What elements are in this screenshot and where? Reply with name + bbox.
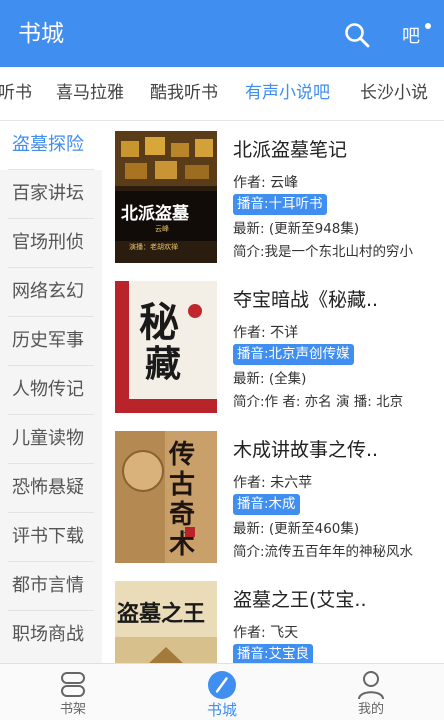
book-latest: 最新: (全集) [233,371,307,387]
book-author: 作者: 未六苹 [233,475,313,491]
tab-kuwo[interactable]: 酷我听书 [150,81,218,105]
sidebar-item-guanchang[interactable]: 官场刑侦 [0,219,102,268]
book-cover[interactable]: 传 古 奇 术 [115,431,217,563]
cover-text: 演播：老胡欢禅 [129,242,178,251]
book-intro: 简介:我是一个东北山村的穷小 [233,244,414,260]
nav-bookshelf[interactable]: 书架 [13,664,133,720]
list-item[interactable]: 传 古 奇 术 木成讲故事之传.. 作者: 未六苹 播音:木成 最新: (更新至… [102,421,444,571]
sidebar-item-label: 都市言情 [12,575,84,596]
search-icon[interactable] [342,20,372,50]
book-author: 作者: 云峰 [233,175,299,191]
book-cover[interactable]: 秘 藏 [115,281,217,413]
narrator-badge: 播音:北京声创传媒 [233,344,354,365]
more-icon[interactable]: 吧 [401,20,435,50]
profile-icon [358,671,384,700]
nav-label: 书架 [59,702,86,717]
sidebar-item-dushi[interactable]: 都市言情 [0,562,102,611]
sidebar-item-ertong[interactable]: 儿童读物 [0,415,102,464]
list-item[interactable]: 盗墓之王 盗墓之王(艾宝.. 作者: 飞天 播音:艾宝良 [102,571,444,663]
sidebar-item-xuanhuan[interactable]: 网络玄幻 [0,268,102,317]
tab-changsha[interactable]: 长沙小说 [360,81,428,105]
book-title: 北派盗墓笔记 [233,139,348,161]
book-title: 木成讲故事之传.. [233,439,379,461]
cover-text: 云峰 [155,224,169,233]
narrator-badge: 播音:艾宝良 [233,644,314,663]
sidebar-item-label: 人物传记 [12,379,84,400]
book-cover[interactable]: 盗墓之王 [115,581,217,663]
nav-bookstore[interactable]: 书城 [162,664,282,720]
list-item[interactable]: 北派盗墓 云峰 演播：老胡欢禅 北派盗墓笔记 作者: 云峰 播音:十耳听书 最新… [102,121,444,271]
app-header: 书城 吧 [0,0,444,67]
narrator-badge: 播音:木成 [233,494,300,515]
sidebar-item-daomu[interactable]: 盗墓探险 [0,121,102,170]
nav-mine[interactable]: 我的 [311,664,431,720]
cover-text: 奇 [169,500,195,530]
sidebar-item-label: 盗墓探险 [12,134,84,155]
narrator-badge: 播音:十耳听书 [233,194,327,215]
sidebar-item-label: 历史军事 [12,330,84,351]
cover-text: 秘 [139,299,179,346]
sidebar-item-label: 职场商战 [12,624,84,645]
bottom-nav: 书架 书城 我的 [0,663,444,720]
book-intro: 简介:流传五百年年的神秘风水 [233,544,414,560]
cover-text: 盗墓之王 [117,601,205,627]
book-latest: 最新: (更新至948集) [233,221,360,237]
tab-tingshu[interactable]: 听书 [0,81,32,105]
sidebar-item-label: 官场刑侦 [12,232,84,253]
sidebar-item-kongbu[interactable]: 恐怖悬疑 [0,464,102,513]
book-intro: 简介:作 者: 亦名 演 播: 北京 [233,394,404,410]
book-author: 作者: 不详 [233,325,299,341]
sidebar-item-label: 儿童读物 [12,428,84,449]
sidebar-item-renwu[interactable]: 人物传记 [0,366,102,415]
page-title: 书城 [18,21,64,47]
book-title: 夺宝暗战《秘藏.. [233,289,379,311]
tab-ximalaya[interactable]: 喜马拉雅 [56,81,124,105]
sidebar-item-lishi[interactable]: 历史军事 [0,317,102,366]
sidebar-item-pingshu[interactable]: 评书下载 [0,513,102,562]
nav-label: 书城 [206,701,237,719]
sidebar-item-label: 评书下载 [12,526,84,547]
sidebar-item-baijia[interactable]: 百家讲坛 [0,170,102,219]
book-list: 北派盗墓 云峰 演播：老胡欢禅 北派盗墓笔记 作者: 云峰 播音:十耳听书 最新… [102,121,444,663]
list-item[interactable]: 秘 藏 夺宝暗战《秘藏.. 作者: 不详 播音:北京声创传媒 最新: (全集) … [102,271,444,421]
book-author: 作者: 飞天 [233,625,299,641]
genre-sidebar: 盗墓探险 百家讲坛 官场刑侦 网络玄幻 历史军事 人物传记 儿童读物 恐怖悬疑 … [0,121,102,663]
cover-text: 传 [168,440,195,470]
svg-text:吧: 吧 [402,26,420,47]
bookshelf-icon [61,672,85,697]
nav-label: 我的 [357,702,384,717]
cover-text: 藏 [145,343,181,385]
sidebar-item-zhichang[interactable]: 职场商战 [0,611,102,660]
book-cover[interactable]: 北派盗墓 云峰 演播：老胡欢禅 [115,131,217,263]
tab-youshengxiaoshuoba[interactable]: 有声小说吧 [245,81,330,105]
sidebar-item-label: 百家讲坛 [12,183,84,204]
sidebar-item-label: 恐怖悬疑 [12,477,84,498]
book-latest: 最新: (更新至460集) [233,521,360,537]
sidebar-item-label: 网络玄幻 [12,281,84,302]
cover-text: 北派盗墓 [121,203,190,224]
book-title: 盗墓之王(艾宝.. [233,589,367,611]
cover-text: 古 [169,470,195,500]
category-tabs: 听书 喜马拉雅 酷我听书 有声小说吧 长沙小说 [0,67,444,121]
compass-icon [208,671,236,699]
app-root: 书城 吧 听书 喜马拉雅 酷我听书 有声小说吧 长沙小说 盗墓探险 百家讲坛 官… [0,0,444,720]
